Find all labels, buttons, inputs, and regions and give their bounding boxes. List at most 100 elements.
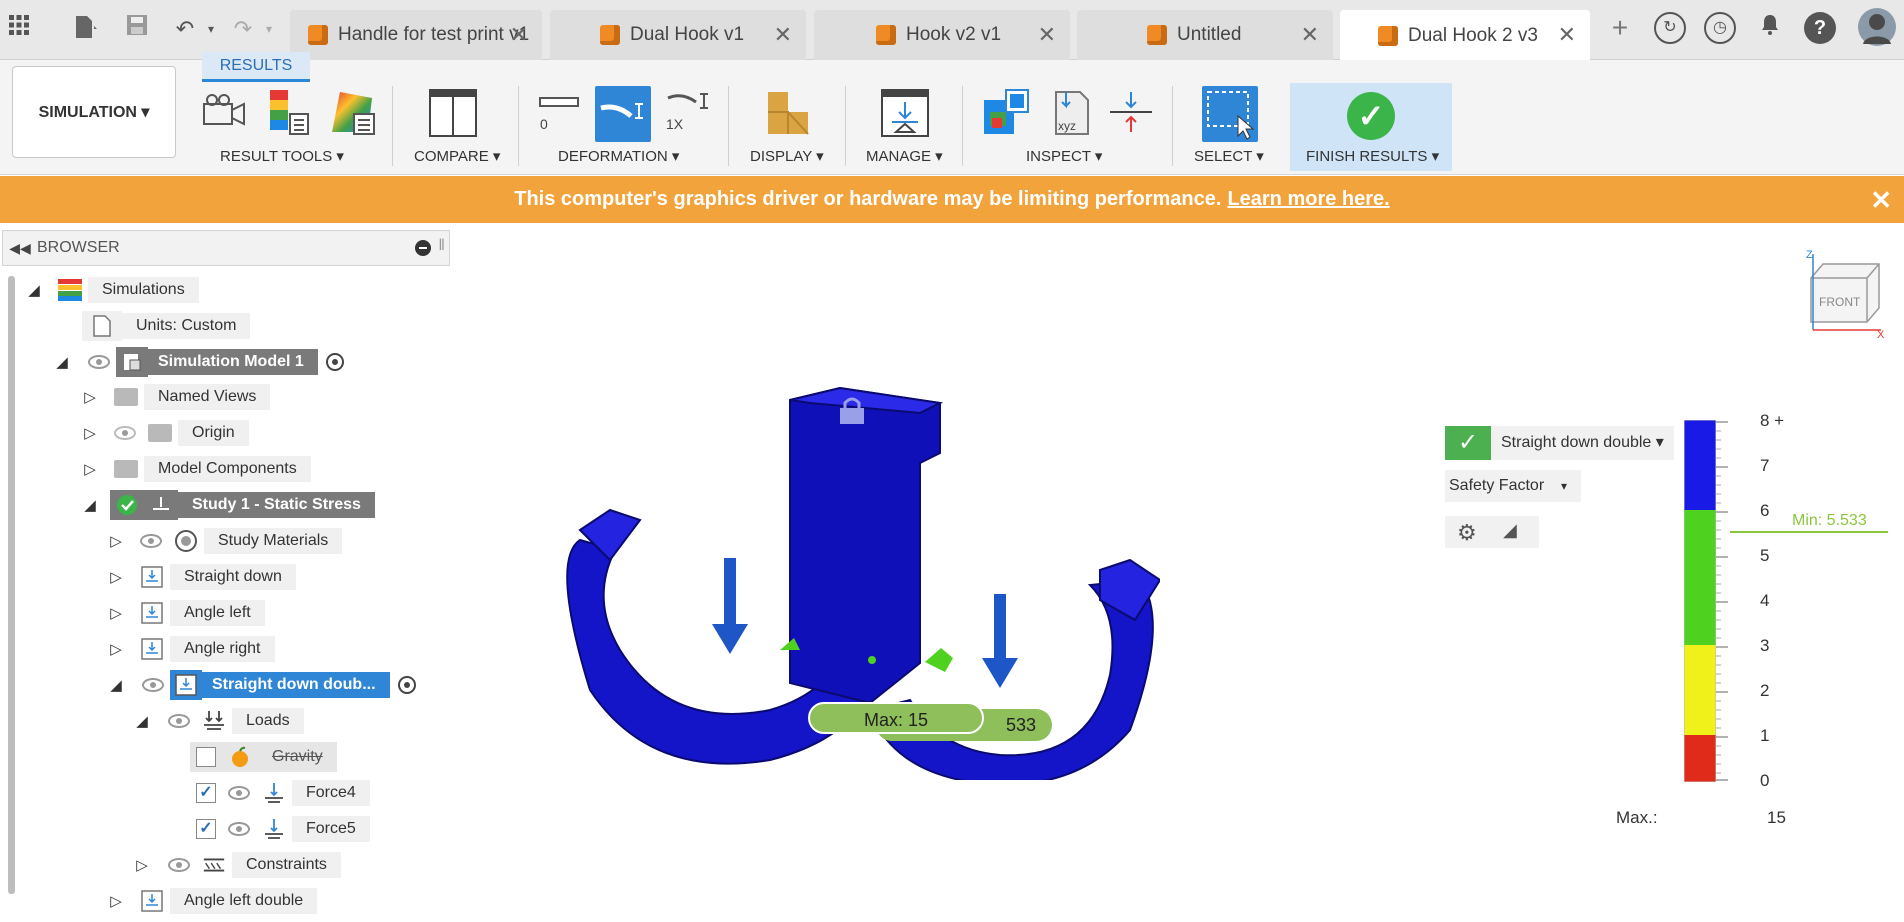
- user-avatar[interactable]: [1858, 8, 1896, 46]
- surface-plot-icon[interactable]: [328, 88, 378, 138]
- tree-item-study-materials[interactable]: ▷ Study Materials: [106, 526, 343, 556]
- expanded-triangle-icon[interactable]: ◢: [106, 675, 126, 695]
- save-icon[interactable]: [122, 14, 152, 44]
- viewcube[interactable]: FRONT Z X: [1805, 248, 1885, 338]
- tree-item-model-components[interactable]: ▷ Model Components: [80, 454, 311, 484]
- expanded-triangle-icon[interactable]: ◢: [80, 495, 100, 515]
- tree-item-load-case-angle-left[interactable]: ▷ Angle left: [106, 598, 265, 628]
- collapsed-triangle-icon[interactable]: ▷: [80, 423, 100, 443]
- tab-hook-v2-v1[interactable]: Hook v2 v1 ✕: [814, 10, 1070, 60]
- visibility-eye-icon[interactable]: [168, 858, 190, 872]
- collapsed-triangle-icon[interactable]: ▷: [106, 567, 126, 587]
- visibility-eye-icon[interactable]: [228, 786, 250, 800]
- close-icon[interactable]: ✕: [1558, 22, 1576, 48]
- tree-item-loads[interactable]: ◢ Loads: [132, 706, 304, 736]
- result-tools-group-label[interactable]: RESULT TOOLS ▾: [220, 147, 344, 165]
- visibility-eye-icon[interactable]: [140, 534, 162, 548]
- collapsed-triangle-icon[interactable]: ▷: [106, 531, 126, 551]
- inspect-group-label[interactable]: INSPECT ▾: [1026, 147, 1102, 165]
- new-tab-plus-icon[interactable]: +: [1604, 12, 1636, 44]
- tree-item-load-case-angle-right[interactable]: ▷ Angle right: [106, 634, 275, 664]
- display-group-label[interactable]: DISPLAY ▾: [750, 147, 824, 165]
- tree-item-force5[interactable]: ✓ Force5: [190, 814, 370, 844]
- display-mesh-icon[interactable]: [764, 88, 814, 138]
- panel-resize-handle[interactable]: ‖: [438, 237, 445, 255]
- result-legend-icon[interactable]: [266, 88, 316, 138]
- collapsed-triangle-icon[interactable]: ▷: [106, 639, 126, 659]
- collapse-panel-icon[interactable]: ◀◀: [3, 240, 37, 257]
- workspace-switcher-button[interactable]: SIMULATION ▾: [12, 66, 176, 158]
- close-icon[interactable]: ✕: [1870, 185, 1892, 216]
- finish-check-icon[interactable]: ✓: [1347, 92, 1395, 140]
- expanded-triangle-icon[interactable]: ◢: [24, 280, 44, 300]
- tree-item-load-case-straight-down-double[interactable]: ◢ Straight down doub...: [106, 670, 416, 700]
- point-probe-xyz-icon[interactable]: xyz: [1044, 88, 1094, 138]
- adjusted-deformation-icon[interactable]: [595, 86, 651, 142]
- close-icon[interactable]: ✕: [1301, 22, 1319, 48]
- apps-grid-icon[interactable]: [4, 14, 34, 44]
- visibility-eye-icon[interactable]: [228, 822, 250, 836]
- tree-item-units[interactable]: Units: Custom: [82, 311, 251, 341]
- max-probe-label[interactable]: Max: 15: [808, 702, 984, 734]
- browser-scrollbar[interactable]: [8, 276, 15, 894]
- deformation-group-label[interactable]: DEFORMATION ▾: [558, 147, 679, 165]
- collapsed-triangle-icon[interactable]: ▷: [106, 603, 126, 623]
- result-case-dropdown[interactable]: ✓ Straight down double ▾: [1445, 426, 1674, 460]
- collapsed-triangle-icon[interactable]: ▷: [80, 459, 100, 479]
- file-menu-icon[interactable]: [70, 14, 100, 44]
- probes-icon[interactable]: [982, 88, 1032, 138]
- close-icon[interactable]: ✕: [510, 22, 528, 48]
- activate-target-icon[interactable]: [325, 353, 344, 371]
- legend-orientation-icon[interactable]: ◢: [1503, 520, 1517, 541]
- animate-camera-icon[interactable]: [200, 88, 250, 138]
- visibility-eye-icon[interactable]: [168, 714, 190, 728]
- tree-item-gravity[interactable]: Gravity: [190, 742, 337, 772]
- tree-item-study-1[interactable]: ◢ Study 1 - Static Stress: [80, 490, 375, 520]
- tree-item-named-views[interactable]: ▷ Named Views: [80, 382, 271, 412]
- job-status-icon[interactable]: ◷: [1704, 12, 1736, 44]
- gear-icon[interactable]: ⚙: [1457, 520, 1477, 546]
- activate-target-icon[interactable]: [397, 676, 416, 694]
- tab-handle-for-test-print[interactable]: Handle for test print v1 ✕: [290, 10, 542, 60]
- expanded-triangle-icon[interactable]: ◢: [52, 352, 72, 372]
- tree-item-load-case-straight-down[interactable]: ▷ Straight down: [106, 562, 296, 592]
- tab-dual-hook-2-v3[interactable]: Dual Hook 2 v3 ✕: [1340, 10, 1590, 61]
- tree-item-simulations[interactable]: ◢ Simulations: [24, 275, 199, 305]
- close-icon[interactable]: ✕: [774, 22, 792, 48]
- manage-settings-icon[interactable]: [880, 88, 930, 138]
- select-group-label[interactable]: SELECT ▾: [1194, 147, 1264, 165]
- collapsed-triangle-icon[interactable]: ▷: [132, 855, 152, 875]
- force5-checkbox[interactable]: ✓: [196, 819, 216, 839]
- extensions-icon[interactable]: ↻: [1654, 12, 1686, 44]
- expanded-triangle-icon[interactable]: ◢: [132, 711, 152, 731]
- gravity-checkbox[interactable]: [196, 747, 216, 767]
- tab-dual-hook-v1[interactable]: Dual Hook v1 ✕: [550, 10, 806, 60]
- tree-item-constraints[interactable]: ▷ Constraints: [132, 850, 341, 880]
- compare-split-icon[interactable]: [428, 88, 478, 138]
- tree-item-origin[interactable]: ▷ Origin: [80, 418, 249, 448]
- collapsed-triangle-icon[interactable]: ▷: [106, 891, 126, 911]
- collapsed-triangle-icon[interactable]: ▷: [80, 387, 100, 407]
- banner-learn-more-link[interactable]: Learn more here.: [1227, 188, 1389, 211]
- result-type-dropdown[interactable]: Safety Factor ▾: [1445, 470, 1581, 502]
- compare-group-label[interactable]: COMPARE ▾: [414, 147, 500, 165]
- hidden-eye-icon[interactable]: [114, 426, 136, 440]
- redo-dropdown-icon[interactable]: ▾: [254, 14, 284, 44]
- tab-results[interactable]: RESULTS: [202, 52, 310, 82]
- finish-results-group-label[interactable]: FINISH RESULTS ▾: [1306, 147, 1439, 165]
- tree-item-force4[interactable]: ✓ Force4: [190, 778, 370, 808]
- help-icon[interactable]: ?: [1804, 12, 1836, 44]
- tree-item-load-case-angle-left-double[interactable]: ▷ Angle left double: [106, 886, 318, 916]
- surface-probe-icon[interactable]: [1106, 88, 1156, 138]
- visibility-eye-icon[interactable]: [88, 355, 110, 369]
- visibility-eye-icon[interactable]: [142, 678, 164, 692]
- force4-checkbox[interactable]: ✓: [196, 783, 216, 803]
- close-icon[interactable]: ✕: [1038, 22, 1056, 48]
- manage-group-label[interactable]: MANAGE ▾: [866, 147, 943, 165]
- tree-item-simulation-model[interactable]: ◢ Simulation Model 1: [52, 347, 344, 377]
- minimize-panel-icon[interactable]: [415, 240, 431, 256]
- notifications-bell-icon[interactable]: [1754, 12, 1786, 44]
- undo-dropdown-icon[interactable]: ▾: [196, 14, 226, 44]
- select-window-icon[interactable]: [1202, 86, 1258, 142]
- tab-untitled[interactable]: Untitled ✕: [1077, 10, 1333, 60]
